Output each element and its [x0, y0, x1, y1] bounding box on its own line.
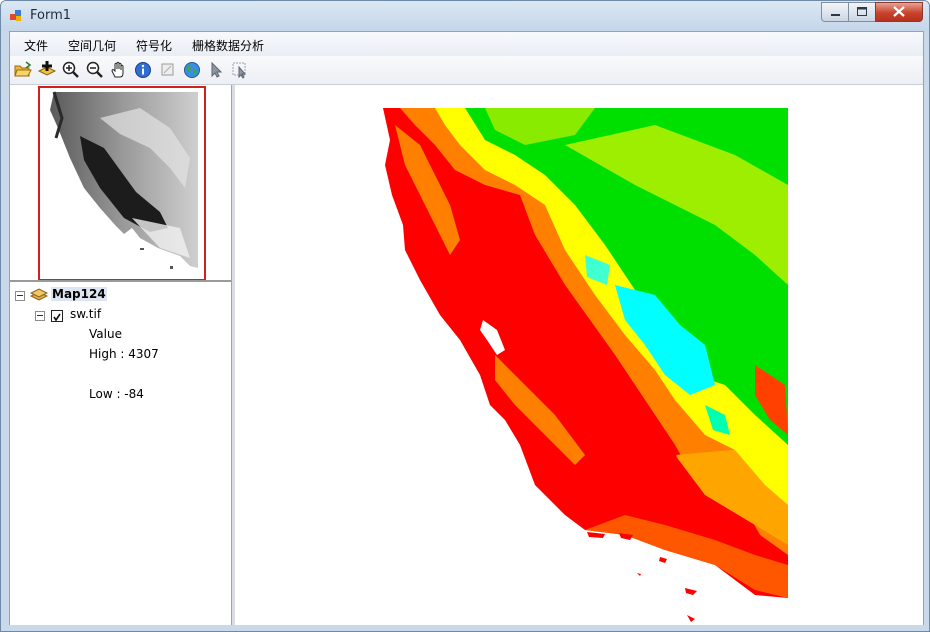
- collapse-layer-icon[interactable]: [35, 311, 45, 321]
- toolbar: [10, 56, 923, 85]
- full-extent-button[interactable]: [158, 60, 178, 80]
- open-icon: [14, 61, 32, 77]
- window-bottom-frame: [9, 625, 924, 631]
- legend-high-label: High : 4307: [89, 347, 159, 361]
- checkmark-icon: [53, 313, 61, 322]
- table-of-contents: Map124 sw.tif Value High : 4307 Low : -8…: [10, 283, 231, 623]
- identify-button[interactable]: [133, 60, 153, 80]
- menu-spatial-geometry[interactable]: 空间几何: [68, 37, 116, 54]
- legend-field-label: Value: [89, 327, 122, 341]
- close-icon: [893, 6, 905, 17]
- maximize-icon: [857, 7, 867, 16]
- full-extent-icon: [161, 63, 174, 76]
- zoom-in-icon: [62, 61, 79, 78]
- globe-button[interactable]: [182, 60, 202, 80]
- menu-bar: 文件 空间几何 符号化 栅格数据分析: [10, 32, 923, 56]
- add-data-button[interactable]: [37, 60, 57, 80]
- select-features-button[interactable]: [230, 60, 250, 80]
- zoom-out-button[interactable]: [85, 60, 105, 80]
- zoom-in-button[interactable]: [61, 60, 81, 80]
- title-bar[interactable]: Form1: [1, 1, 929, 31]
- layer-visibility-checkbox[interactable]: [51, 310, 63, 322]
- pan-button[interactable]: [109, 60, 129, 80]
- app-window: Form1 文件 空间几何 符号化 栅格数据分析 Map124 sw.tif V…: [0, 0, 930, 632]
- select-button[interactable]: [206, 60, 226, 80]
- map-view[interactable]: [235, 85, 923, 626]
- close-button[interactable]: [875, 2, 923, 22]
- add-data-icon: [37, 61, 57, 76]
- elevation-raster-map: [383, 108, 788, 622]
- app-icon: [10, 10, 21, 21]
- identify-icon: [135, 62, 151, 78]
- collapse-map-icon[interactable]: [15, 291, 25, 301]
- map-layers-icon: [30, 288, 48, 301]
- menu-symbolization[interactable]: 符号化: [136, 37, 172, 54]
- globe-icon: [184, 62, 200, 78]
- menu-raster-analysis[interactable]: 栅格数据分析: [192, 37, 264, 54]
- map-name[interactable]: Map124: [51, 287, 107, 301]
- client-area: 文件 空间几何 符号化 栅格数据分析 Map124 sw.tif Value H…: [9, 31, 924, 627]
- minimize-button[interactable]: [821, 2, 849, 22]
- window-title: Form1: [30, 8, 72, 23]
- minimize-icon: [831, 14, 840, 16]
- maximize-button[interactable]: [848, 2, 876, 22]
- pan-hand-icon: [111, 61, 124, 78]
- open-button[interactable]: [13, 60, 33, 80]
- overview-map[interactable]: [38, 86, 206, 281]
- menu-file[interactable]: 文件: [24, 37, 48, 54]
- pane-splitter-horizontal[interactable]: [10, 280, 231, 282]
- overview-elevation-raster: [50, 91, 198, 269]
- legend-low-label: Low : -84: [89, 387, 144, 401]
- layer-name[interactable]: sw.tif: [70, 307, 101, 321]
- select-arrow-icon: [211, 61, 223, 78]
- zoom-out-icon: [86, 61, 103, 78]
- select-features-icon: [232, 62, 247, 79]
- left-pane: Map124 sw.tif Value High : 4307 Low : -8…: [10, 85, 231, 626]
